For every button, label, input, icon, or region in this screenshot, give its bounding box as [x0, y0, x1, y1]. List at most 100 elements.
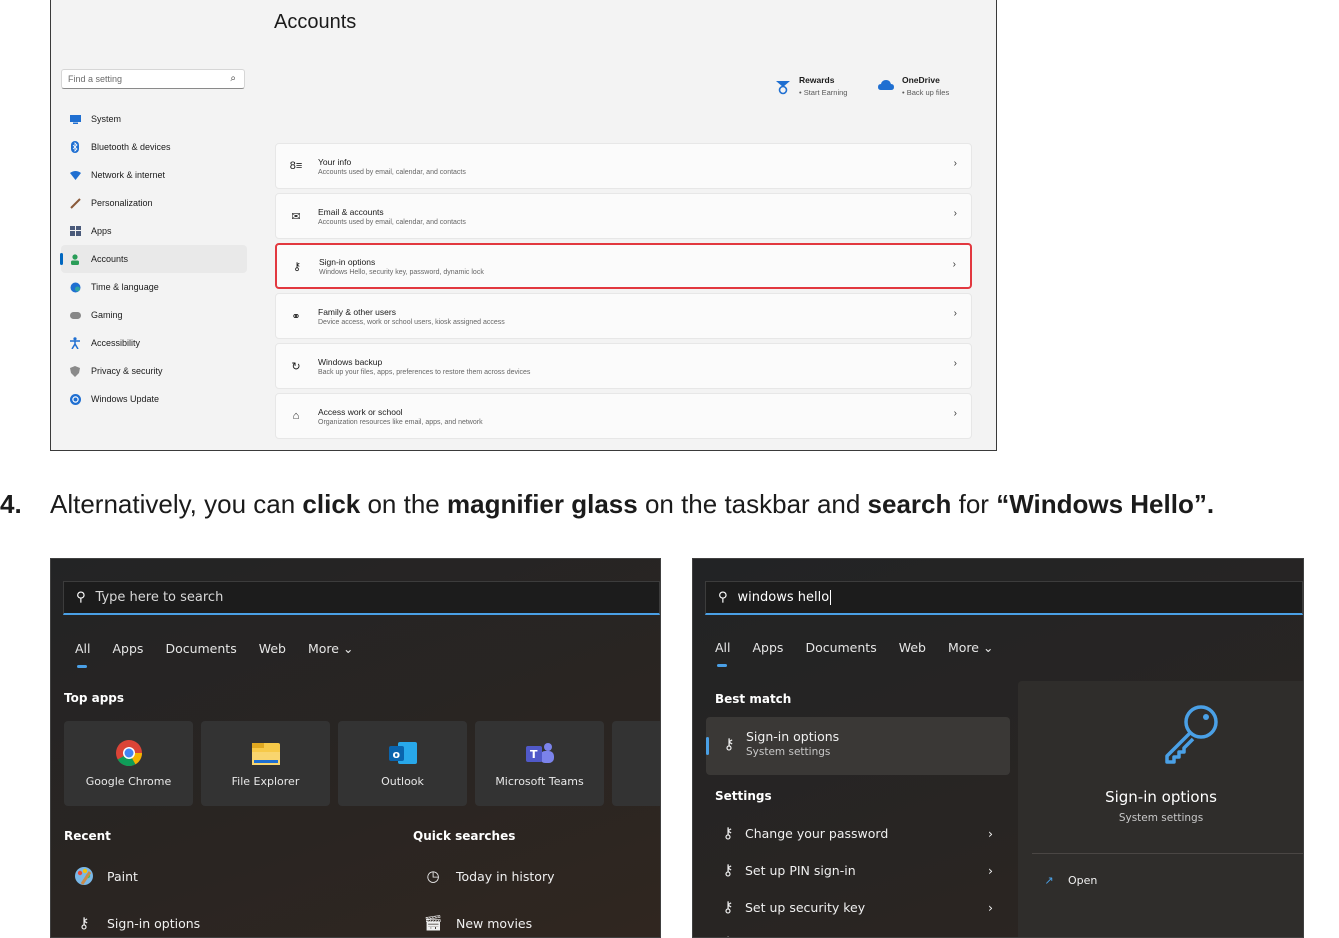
- card-subtitle: Device access, work or school users, kio…: [318, 318, 505, 326]
- sidebar-item-label: Windows Update: [91, 394, 160, 404]
- outlook-icon: o: [388, 739, 417, 767]
- sidebar-item-privacy[interactable]: Privacy & security: [61, 357, 247, 385]
- quick-search-today-in-history[interactable]: ◷ Today in history: [422, 865, 554, 887]
- recent-item-paint[interactable]: Paint: [73, 865, 138, 887]
- sidebar-item-label: Network & internet: [91, 170, 166, 180]
- card-subtitle: Accounts used by email, calendar, and co…: [318, 168, 466, 176]
- accounts-card-list: 8≡ Your info Accounts used by email, cale…: [275, 143, 972, 443]
- settings-result-label: Set up PIN sign-in: [745, 862, 856, 878]
- chevron-right-icon: ›: [988, 899, 993, 915]
- step-text-part: click: [302, 489, 361, 519]
- tab-apps[interactable]: Apps: [753, 640, 784, 655]
- sidebar-item-personalization[interactable]: Personalization: [61, 189, 247, 217]
- quick-searches-heading: Quick searches: [413, 829, 516, 843]
- search-panel-empty: ⚲ Type here to search All Apps Documents…: [50, 558, 661, 938]
- app-tile-label: File Explorer: [231, 775, 300, 788]
- app-tile-chrome[interactable]: Google Chrome: [64, 721, 193, 806]
- preview-subtitle: System settings: [1118, 812, 1204, 824]
- quick-search-label: New movies: [456, 915, 533, 931]
- key-large-icon: [1161, 703, 1221, 769]
- mail-icon: ✉: [291, 210, 301, 223]
- sidebar-item-gaming[interactable]: Gaming: [61, 301, 247, 329]
- app-tile-label: Microsoft Teams: [495, 775, 584, 788]
- chevron-right-icon: ›: [988, 862, 993, 878]
- tab-web[interactable]: Web: [259, 641, 286, 656]
- rewards-promo[interactable]: Rewards • Start Earning: [775, 75, 847, 97]
- app-tile-outlook[interactable]: o Outlook: [338, 721, 467, 806]
- card-subtitle: Organization resources like email, apps,…: [318, 418, 483, 426]
- bluetooth-icon: [69, 141, 81, 153]
- page-title: Accounts: [274, 11, 357, 33]
- key-icon: ⚷: [722, 898, 734, 916]
- rewards-icon: [775, 79, 791, 95]
- step-number: 4.: [0, 489, 22, 519]
- search-input[interactable]: ⚲ windows hello: [705, 581, 1303, 615]
- card-title: Family & other users: [318, 306, 396, 317]
- card-your-info[interactable]: 8≡ Your info Accounts used by email, cale…: [275, 143, 972, 189]
- tab-all[interactable]: All: [75, 641, 91, 668]
- sidebar-nav: System Bluetooth & devices Network & int…: [60, 105, 247, 413]
- tab-documents[interactable]: Documents: [805, 640, 876, 655]
- step-text-part: magnifier glass: [446, 489, 638, 519]
- sidebar-item-bluetooth[interactable]: Bluetooth & devices: [61, 133, 247, 161]
- card-family-users[interactable]: ⚭ Family & other users Device access, wor…: [275, 293, 972, 339]
- settings-result-pin[interactable]: ⚷ Set up PIN sign-in ›: [717, 859, 994, 881]
- tab-more[interactable]: More ⌄: [948, 640, 993, 655]
- clock-icon: ◷: [426, 867, 440, 885]
- search-tabs: All Apps Documents Web More ⌄: [715, 640, 1015, 667]
- card-access-work-school[interactable]: ⌂ Access work or school Organization reso…: [275, 393, 972, 439]
- search-icon: ⌕: [230, 73, 236, 84]
- wifi-icon: [69, 169, 81, 181]
- search-icon: ⚲: [76, 590, 86, 605]
- app-tile-teams[interactable]: T Microsoft Teams: [475, 721, 604, 806]
- step-text-part: on the taskbar and: [637, 489, 868, 519]
- settings-result-partial[interactable]: ⚷: [717, 931, 745, 937]
- best-match-title: Sign-in options: [746, 729, 840, 744]
- tab-more[interactable]: More ⌄: [308, 641, 353, 656]
- tab-documents[interactable]: Documents: [165, 641, 236, 656]
- card-email-accounts[interactable]: ✉ Email & accounts Accounts used by email…: [275, 193, 972, 239]
- search-input[interactable]: ⚲ Type here to search: [63, 581, 660, 615]
- tab-all[interactable]: All: [715, 640, 731, 667]
- open-action[interactable]: ↗ Open: [1042, 869, 1097, 891]
- svg-text:T: T: [530, 748, 538, 761]
- tab-apps[interactable]: Apps: [113, 641, 144, 656]
- find-setting-input[interactable]: Find a setting ⌕: [61, 69, 245, 89]
- chevron-right-icon: ›: [952, 259, 956, 270]
- recent-heading: Recent: [64, 829, 111, 843]
- key-icon: ⚷: [717, 931, 739, 937]
- search-panel-results: ⚲ windows hello All Apps Documents Web M…: [692, 558, 1304, 938]
- quick-search-new-movies[interactable]: 🎬︎ New movies: [422, 912, 532, 934]
- best-match-subtitle: System settings: [746, 746, 831, 758]
- recent-item-label: Paint: [107, 868, 138, 884]
- sidebar-item-system[interactable]: System: [61, 105, 247, 133]
- tab-web[interactable]: Web: [899, 640, 926, 655]
- card-title: Access work or school: [318, 406, 403, 417]
- monitor-icon: [69, 113, 81, 125]
- chrome-icon: [115, 739, 143, 767]
- onedrive-promo[interactable]: OneDrive • Back up files: [878, 75, 949, 97]
- sidebar-item-network[interactable]: Network & internet: [61, 161, 247, 189]
- step-text-part: “Windows Hello”.: [996, 489, 1215, 519]
- sidebar-item-apps[interactable]: Apps: [61, 217, 247, 245]
- sidebar-item-accessibility[interactable]: Accessibility: [61, 329, 247, 357]
- key-icon: ⚷: [292, 260, 302, 273]
- cloud-icon: [878, 79, 894, 95]
- card-sign-in-options[interactable]: ⚷ Sign-in options Windows Hello, security…: [275, 243, 972, 289]
- best-match-result[interactable]: ⚷ Sign-in options System settings: [706, 717, 1010, 775]
- sidebar-item-label: Accessibility: [91, 338, 141, 348]
- settings-result-security-key[interactable]: ⚷ Set up security key ›: [717, 896, 994, 918]
- sidebar-item-accounts[interactable]: Accounts: [60, 245, 247, 273]
- sidebar-item-time-language[interactable]: Time & language: [61, 273, 247, 301]
- sidebar-item-windows-update[interactable]: Windows Update: [61, 385, 247, 413]
- briefcase-icon: ⌂: [292, 410, 300, 422]
- card-windows-backup[interactable]: ↻ Windows backup Back up your files, apps…: [275, 343, 972, 389]
- settings-result-change-password[interactable]: ⚷ Change your password ›: [717, 822, 994, 844]
- open-external-icon: ↗: [1044, 873, 1054, 887]
- sidebar-item-label: Personalization: [91, 198, 153, 208]
- app-tile-partial[interactable]: [612, 721, 660, 806]
- recent-item-sign-in-options[interactable]: ⚷ Sign-in options: [73, 912, 201, 934]
- settings-window: Accounts Find a setting ⌕ System Bluetoo…: [50, 0, 997, 451]
- app-tile-file-explorer[interactable]: File Explorer: [201, 721, 330, 806]
- recent-item-label: Sign-in options: [107, 915, 201, 931]
